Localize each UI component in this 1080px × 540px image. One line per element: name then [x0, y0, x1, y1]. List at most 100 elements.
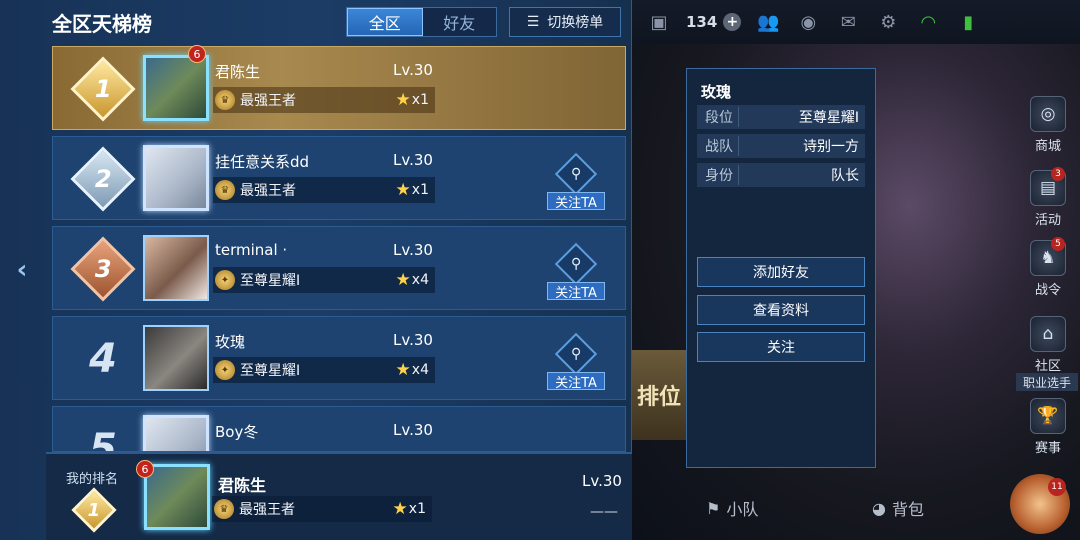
follow-label: 关注TA: [547, 192, 605, 211]
player-level: Lv.30: [393, 241, 433, 259]
tier-box: ♛ 最强王者 ★ x1: [213, 87, 435, 113]
shop-icon: ◎: [1030, 96, 1066, 132]
add-friend-button[interactable]: 添加好友: [697, 257, 865, 287]
player-level: Lv.30: [393, 331, 433, 349]
avatar[interactable]: [143, 325, 209, 391]
star-icon: ★: [395, 180, 411, 200]
tier-king-icon: ♛: [215, 90, 235, 110]
rank-number: 5: [89, 426, 117, 452]
tier-box: ✦ 至尊星耀Ⅰ ★ x4: [213, 267, 435, 293]
notification-badge: 6: [136, 460, 154, 478]
hero-badge: 11: [1048, 478, 1066, 496]
page-title: 全区天梯榜: [52, 12, 152, 36]
my-name: 君陈生: [218, 476, 267, 495]
tier-label: 最强王者: [239, 502, 295, 518]
tab-all-server[interactable]: 全区: [347, 8, 423, 36]
star-count: ★ x1: [395, 90, 429, 110]
scope-tabs: 全区 好友: [346, 7, 497, 37]
player-name: 玫瑰: [215, 333, 246, 351]
mail-icon[interactable]: ✉: [835, 11, 861, 33]
star-icon: ★: [395, 360, 411, 380]
leaderboard-panel: ‹ 全区天梯榜 全区 好友 ☰ 切换榜单 1 6 君陈生 Lv.30 ♛ 最强王…: [0, 0, 632, 540]
sidebar-item-battlepass[interactable]: ♞ 5 战令: [1025, 237, 1071, 298]
tier-star-icon: ✦: [215, 360, 235, 380]
tier-label: 最强王者: [240, 183, 296, 199]
rank-badge: 3: [70, 236, 136, 302]
rank-badge: 1: [70, 56, 136, 122]
my-tier-box: ♛ 最强王者 ★ x1: [212, 496, 432, 522]
bag-button[interactable]: ◕ 背包: [872, 496, 924, 520]
profile-name: 玫瑰: [701, 83, 732, 101]
hero-portrait[interactable]: 11: [1010, 474, 1070, 534]
pro-player-tag[interactable]: 职业选手: [1016, 373, 1078, 391]
battery-icon: ▮: [963, 11, 974, 33]
battlepass-icon: ♞ 5: [1030, 237, 1066, 276]
activity-icon: ▤ 3: [1030, 167, 1066, 206]
sidebar-item-community[interactable]: ⌂ 社区: [1025, 316, 1071, 374]
gear-icon[interactable]: ⚙: [875, 11, 901, 33]
star-icon: ★: [392, 499, 408, 519]
switch-board-button[interactable]: ☰ 切换榜单: [509, 7, 621, 37]
wifi-icon: ◠: [920, 11, 937, 33]
follow-user-icon: ⚲: [570, 255, 582, 272]
community-icon: ⌂: [1030, 316, 1066, 352]
star-count: ★ x1: [395, 180, 429, 200]
player-name: 君陈生: [215, 63, 261, 81]
profile-field-team: 战队 诗别一方: [697, 134, 865, 158]
my-rank-badge: 1: [71, 487, 117, 533]
tier-label: 最强王者: [240, 93, 296, 109]
sidebar-item-activity[interactable]: ▤ 3 活动: [1025, 167, 1071, 228]
avatar[interactable]: [143, 235, 209, 301]
battlepass-badge: 5: [1051, 237, 1065, 251]
follow-button[interactable]: ⚲ 关注TA: [547, 152, 605, 217]
table-row[interactable]: 4 玫瑰 Lv.30 ✦ 至尊星耀Ⅰ ★ x4 ⚲ 关注TA: [52, 316, 626, 400]
player-name: terminal ·: [215, 241, 288, 259]
player-level: Lv.30: [393, 61, 433, 79]
sidebar-item-shop[interactable]: ◎ 商城: [1025, 96, 1071, 154]
follow-button[interactable]: ⚲ 关注TA: [547, 332, 605, 397]
ranked-mode-button[interactable]: 排位: [632, 350, 686, 440]
back-arrow-icon[interactable]: ‹: [8, 255, 36, 285]
star-count: ★ x4: [395, 360, 429, 380]
follow-user-icon: ⚲: [570, 165, 582, 182]
player-name: Boy冬: [215, 423, 259, 441]
follow-user-icon: ⚲: [570, 345, 582, 362]
my-level: Lv.30: [582, 472, 622, 490]
tier-box: ♛ 最强王者 ★ x1: [213, 177, 435, 203]
follow-player-button[interactable]: 关注: [697, 332, 865, 362]
avatar[interactable]: [143, 55, 209, 121]
player-level: Lv.30: [393, 151, 433, 169]
my-rank-bar: 我的排名 1 6 君陈生 Lv.30 ♛ 最强王者 ★ x1 ——: [46, 452, 632, 540]
friends-icon[interactable]: 👥: [755, 11, 781, 33]
follow-label: 关注TA: [547, 282, 605, 301]
view-profile-button[interactable]: 查看资料: [697, 295, 865, 325]
table-row[interactable]: 1 6 君陈生 Lv.30 ♛ 最强王者 ★ x1: [52, 45, 626, 130]
tier-label: 至尊星耀Ⅰ: [240, 273, 301, 289]
rank-badge: 2: [70, 146, 136, 212]
player-name: 挂任意关系dd: [215, 153, 310, 171]
team-button[interactable]: ⚑ 小队: [706, 496, 758, 520]
tier-star-icon: ✦: [215, 270, 235, 290]
avatar[interactable]: [143, 145, 209, 211]
sidebar-item-events[interactable]: 🏆 赛事: [1025, 398, 1071, 456]
avatar[interactable]: [143, 415, 209, 451]
my-avatar[interactable]: [144, 464, 210, 530]
profile-field-role: 身份 队长: [697, 163, 865, 187]
profile-field-rank: 段位 至尊星耀Ⅰ: [697, 105, 865, 129]
list-icon: ☰: [526, 14, 540, 30]
star-count: ★ x1: [392, 499, 426, 519]
tab-friends[interactable]: 好友: [423, 8, 497, 36]
card-icon[interactable]: ▣: [646, 11, 672, 33]
table-row[interactable]: 5 Boy冬 Lv.30: [52, 406, 626, 452]
follow-button[interactable]: ⚲ 关注TA: [547, 242, 605, 307]
add-coins-icon[interactable]: +: [723, 13, 742, 31]
notification-badge: 6: [188, 45, 206, 63]
eye-icon[interactable]: ◉: [795, 11, 821, 33]
my-rank-label: 我的排名: [66, 472, 119, 487]
table-row[interactable]: 2 挂任意关系dd Lv.30 ♛ 最强王者 ★ x1 ⚲ 关注TA: [52, 136, 626, 220]
star-icon: ★: [395, 90, 411, 110]
flag-icon: ⚑: [706, 498, 721, 518]
table-row[interactable]: 3 terminal · Lv.30 ✦ 至尊星耀Ⅰ ★ x4 ⚲ 关注TA: [52, 226, 626, 310]
my-rank-extra: ——: [590, 504, 618, 520]
top-status-bar: ▣ 134 + 👥 ◉ ✉ ⚙ ◠ ▮: [632, 0, 1080, 44]
